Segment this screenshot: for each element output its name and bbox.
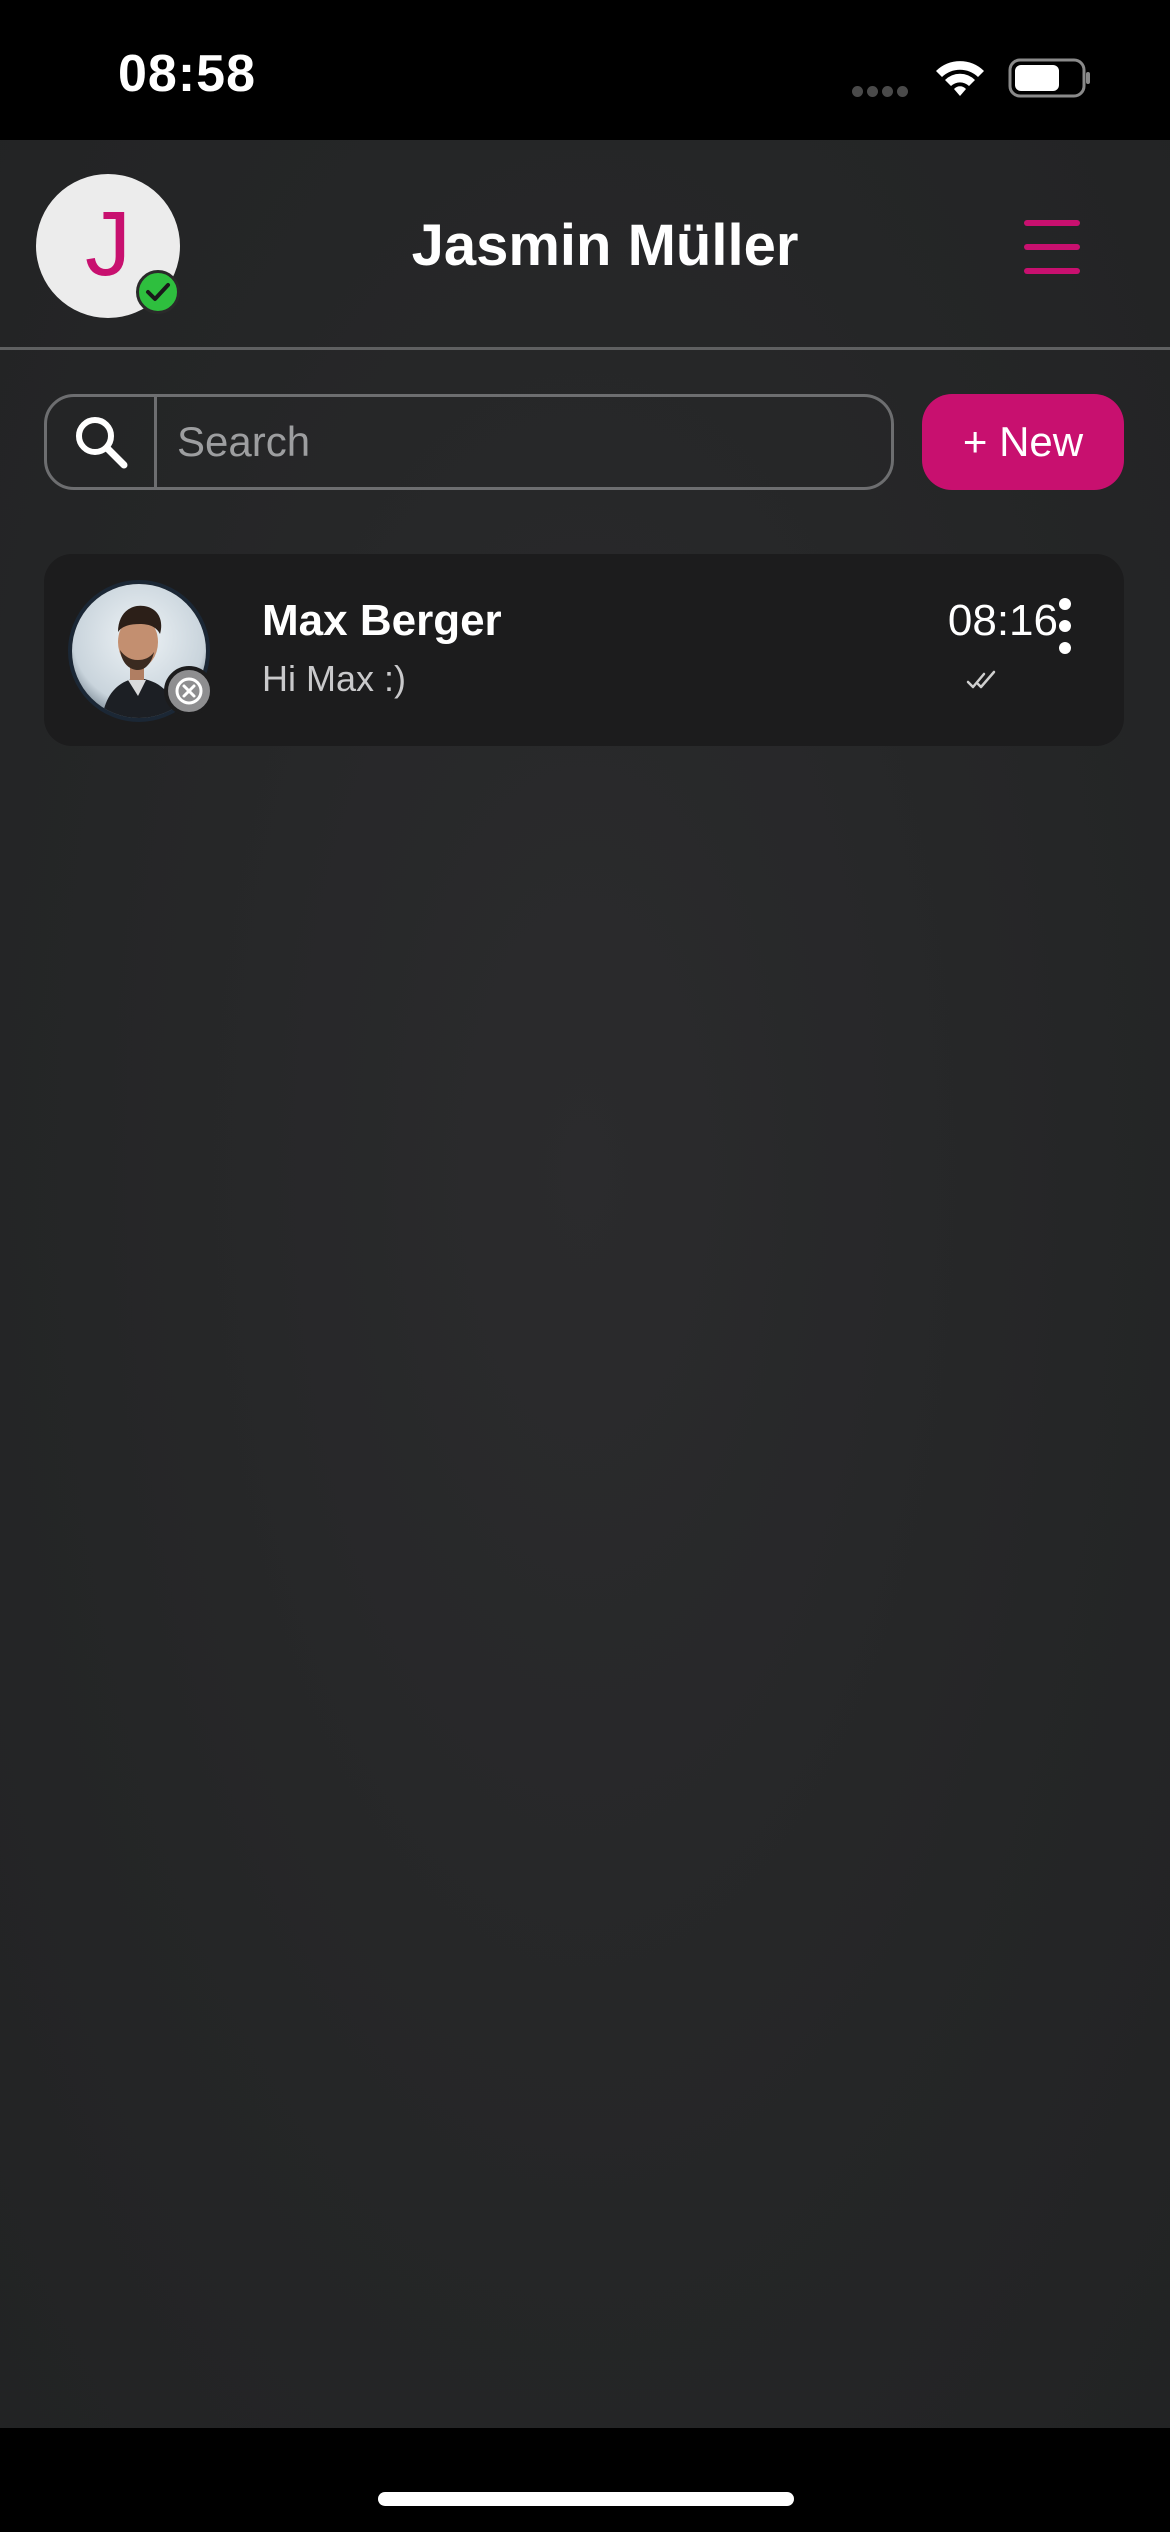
last-message: Hi Max :): [262, 658, 406, 699]
search-bar: [44, 394, 894, 490]
contact-name: Max Berger: [262, 596, 502, 645]
new-chat-button[interactable]: + New: [922, 394, 1124, 490]
double-check-icon: [966, 670, 996, 689]
home-indicator[interactable]: [378, 2492, 794, 2506]
more-options-icon[interactable]: [1050, 598, 1080, 654]
bottom-safe-area: [0, 2428, 1170, 2532]
message-time: 08:16: [947, 596, 1058, 645]
search-input[interactable]: [157, 417, 891, 467]
wifi-icon: [936, 61, 984, 96]
header: J Jasmin Müller: [0, 140, 1170, 350]
battery-icon: [1008, 58, 1090, 98]
online-status-badge: [136, 270, 180, 314]
page-title: Jasmin Müller: [411, 213, 799, 278]
status-bar: 08:58: [0, 0, 1170, 140]
profile-initial: J: [85, 193, 131, 295]
chat-list-screen: J Jasmin Müller + New: [0, 140, 1170, 2428]
search-icon[interactable]: [47, 397, 157, 487]
status-time: 08:58: [118, 45, 256, 103]
screen: 08:58 J Jasmin Müller Search + New Max B…: [0, 0, 1170, 2532]
hamburger-menu-icon[interactable]: [1024, 220, 1088, 274]
chat-list-item[interactable]: Max Berger Hi Max :) 08:16: [44, 554, 1124, 746]
cellular-signal-icon: [852, 84, 916, 97]
offline-x-icon: [164, 666, 214, 716]
check-icon: [146, 283, 170, 301]
